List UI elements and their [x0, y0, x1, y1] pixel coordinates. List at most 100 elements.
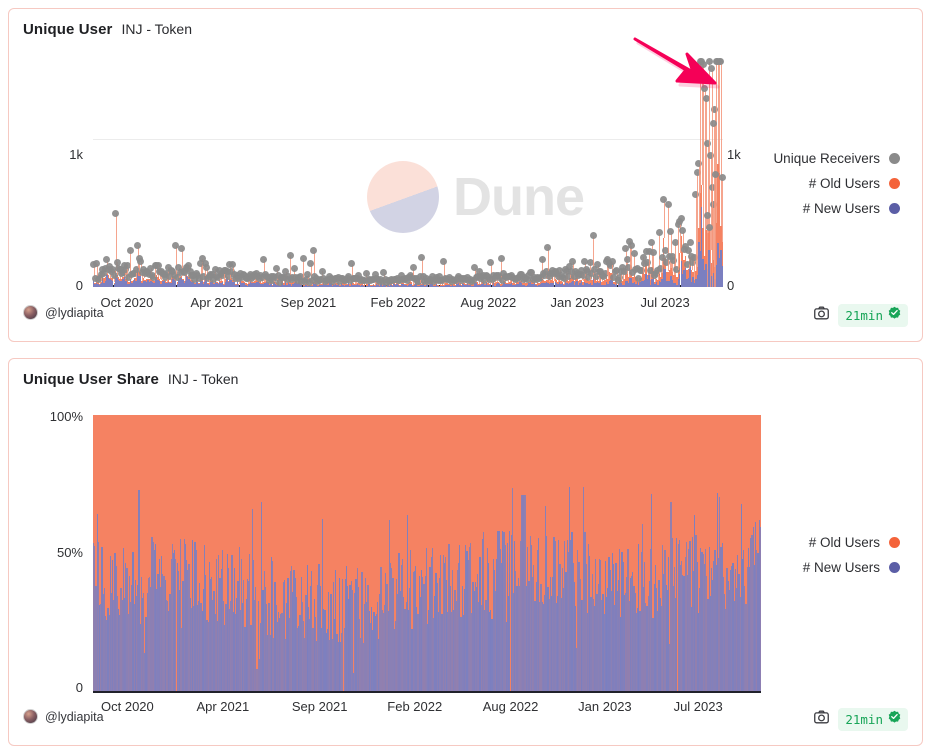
- dashboard-page: Unique User INJ - Token 1k 0 1k 0 Dune O…: [0, 0, 933, 754]
- camera-icon-2[interactable]: [814, 710, 830, 729]
- verified-check-icon-2: [888, 710, 901, 728]
- scatter-point-unique-receivers: [608, 258, 616, 266]
- legend-item-label: # Old Users: [808, 176, 880, 191]
- chart-plot-area-unique-user: [90, 57, 726, 287]
- scatter-point-peak: [711, 170, 719, 178]
- y-axis-tick-100pct: 100%: [49, 409, 83, 424]
- avatar-2: [23, 709, 38, 724]
- author-handle[interactable]: @lydiapita: [45, 306, 104, 320]
- scatter-stem-peak: [713, 123, 715, 287]
- scatter-stem-peak: [715, 174, 717, 287]
- scatter-point-unique-receivers: [538, 255, 546, 263]
- legend-item[interactable]: # New Users: [803, 560, 900, 575]
- scatter-point-unique-receivers: [630, 250, 638, 258]
- scatter-point-unique-receivers: [679, 227, 687, 235]
- share-column-new-users: [759, 526, 761, 691]
- chart-panel-unique-user-share: Unique User Share INJ - Token 100% 50% 0…: [8, 358, 923, 746]
- freshness-badge: 21min: [838, 304, 908, 327]
- legend-item-label: Unique Receivers: [773, 151, 880, 166]
- legend-item-label: # New Users: [802, 560, 880, 575]
- scatter-point-unique-receivers: [589, 232, 597, 240]
- author-credit-2[interactable]: @lydiapita: [23, 709, 104, 724]
- legend-swatch: [889, 203, 900, 214]
- scatter-stem-peak: [711, 68, 713, 287]
- scatter-point-unique-receivers: [649, 248, 657, 256]
- panel-2-footer: @lydiapita 21min: [9, 708, 922, 737]
- legend-item[interactable]: # New Users: [803, 201, 900, 216]
- scatter-point-unique-receivers: [310, 247, 317, 255]
- scatter-point-unique-receivers: [664, 201, 672, 209]
- scatter-stem: [722, 177, 724, 242]
- scatter-point-unique-receivers: [260, 255, 268, 263]
- y-axis-right-tick-1k: 1k: [727, 147, 741, 162]
- scatter-point-unique-receivers: [701, 84, 709, 92]
- scatter-point-unique-receivers: [635, 274, 643, 282]
- scatter-point-unique-receivers: [718, 174, 726, 182]
- scatter-point-unique-receivers: [318, 267, 326, 275]
- camera-icon[interactable]: [814, 306, 830, 325]
- scatter-point-unique-receivers: [648, 239, 656, 247]
- scatter-point-unique-receivers: [137, 257, 145, 265]
- legend-swatch: [889, 153, 900, 164]
- panel-1-header: Unique User INJ - Token: [23, 21, 192, 38]
- scatter-point-unique-receivers: [594, 261, 602, 269]
- page-title: Unique User: [23, 21, 113, 38]
- legend-item-label: # Old Users: [808, 535, 880, 550]
- legend-swatch: [889, 562, 900, 573]
- x-axis-line-2: [93, 691, 761, 693]
- scatter-series-group: [90, 57, 726, 287]
- scatter-point-unique-receivers: [112, 209, 120, 217]
- legend-swatch: [889, 537, 900, 548]
- scatter-point-unique-receivers: [569, 258, 577, 266]
- panel-2-subtitle: INJ - Token: [167, 371, 239, 387]
- scatter-point-unique-receivers: [290, 265, 298, 273]
- scatter-point-unique-receivers: [203, 264, 211, 272]
- legend-item[interactable]: Unique Receivers: [773, 151, 900, 166]
- scatter-stem-peak: [709, 227, 711, 287]
- legend-item[interactable]: # Old Users: [809, 176, 900, 191]
- y-axis-left-tick-1k: 1k: [69, 147, 83, 162]
- chart-panel-unique-user: Unique User INJ - Token 1k 0 1k 0 Dune O…: [8, 8, 923, 342]
- verified-check-icon: [888, 306, 901, 324]
- scatter-point-peak: [708, 65, 716, 72]
- y-axis-right-tick-0: 0: [727, 278, 735, 293]
- chart-legend-panel-1: Unique Receivers # Old Users # New Users: [773, 151, 900, 216]
- legend-item-label: # New Users: [802, 201, 880, 216]
- scatter-point-unique-receivers: [686, 239, 694, 247]
- panel-1-footer: @lydiapita 21min: [9, 304, 922, 333]
- scatter-point-unique-receivers: [544, 243, 552, 251]
- author-handle-2[interactable]: @lydiapita: [45, 710, 104, 724]
- legend-item[interactable]: # Old Users: [809, 535, 900, 550]
- chart-plot-area-user-share: [93, 415, 761, 693]
- y-axis-tick-50pct: 50%: [56, 545, 83, 560]
- panel-2-header: Unique User Share INJ - Token: [23, 371, 238, 388]
- scatter-point-unique-receivers: [655, 229, 663, 237]
- scatter-point-unique-receivers: [487, 258, 495, 266]
- scatter-point-unique-receivers: [717, 58, 725, 66]
- panel-2-title: Unique User Share: [23, 371, 159, 388]
- scatter-point-unique-receivers: [348, 260, 356, 268]
- scatter-point-peak: [706, 223, 714, 231]
- scatter-point-unique-receivers: [677, 215, 685, 222]
- author-credit[interactable]: @lydiapita: [23, 305, 104, 320]
- scatter-point-unique-receivers: [134, 242, 142, 250]
- legend-swatch: [889, 178, 900, 189]
- scatter-point-unique-receivers: [178, 245, 186, 253]
- y-axis-left-tick-0: 0: [75, 278, 83, 293]
- scatter-point-unique-receivers: [299, 255, 307, 263]
- panel-1-subtitle: INJ - Token: [121, 21, 192, 37]
- scatter-point-unique-receivers: [229, 261, 237, 269]
- chart-legend-panel-2: # Old Users # New Users: [803, 535, 900, 575]
- scatter-point-unique-receivers: [126, 246, 134, 254]
- freshness-time-2: 21min: [845, 711, 883, 727]
- y-axis-tick-0: 0: [75, 680, 83, 695]
- scatter-point-peak: [703, 212, 711, 220]
- scatter-point-unique-receivers: [627, 242, 635, 250]
- scatter-point-unique-receivers: [497, 255, 505, 263]
- stacked-area-series-group: [93, 415, 761, 691]
- freshness-badge-2: 21min: [838, 708, 908, 731]
- scatter-point-unique-receivers: [286, 251, 294, 259]
- scatter-point-unique-receivers: [409, 264, 417, 272]
- panel-1-meta: 21min: [814, 304, 908, 327]
- scatter-point-unique-receivers: [418, 254, 426, 262]
